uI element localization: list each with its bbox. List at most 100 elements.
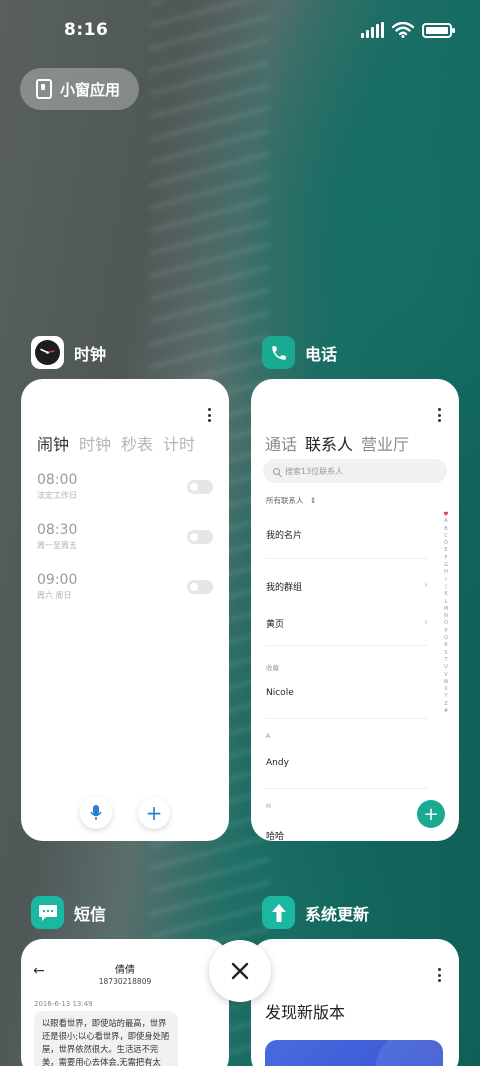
alphabet-index-letter[interactable]: D: [444, 540, 448, 547]
alphabet-index-letter[interactable]: H: [444, 569, 448, 576]
divider: [266, 645, 428, 646]
update-app-header[interactable]: 系统更新: [262, 896, 369, 929]
clock-tabs: 闹钟 时钟 秒表 计时: [37, 431, 195, 455]
alphabet-index-letter[interactable]: K: [444, 591, 447, 598]
status-time: 8:16: [64, 20, 109, 40]
alphabet-index-letter[interactable]: B: [444, 526, 447, 533]
battery-icon: [422, 22, 455, 38]
close-all-button[interactable]: [209, 940, 271, 1002]
alphabet-index-letter[interactable]: Y: [444, 693, 447, 700]
sms-contact-name: 倩倩: [115, 965, 135, 976]
contact-name: Nicole: [266, 688, 294, 698]
sms-timestamp: 2016-6-13 13:49: [34, 1000, 93, 1008]
sort-arrows-icon: ⇕: [309, 496, 317, 505]
alphabet-index-letter[interactable]: F: [445, 555, 448, 562]
alphabet-index-letter[interactable]: V: [444, 672, 447, 679]
alphabet-index-letter[interactable]: E: [444, 547, 447, 554]
alphabet-index-letter[interactable]: X: [444, 686, 447, 693]
tab-alarm[interactable]: 闹钟: [37, 431, 69, 455]
alarm-item[interactable]: 08:30 周一至周五: [37, 522, 213, 554]
microphone-icon: [90, 805, 102, 820]
search-placeholder: 搜索13位联系人: [285, 466, 344, 476]
divider: [266, 558, 428, 559]
more-options-icon[interactable]: [437, 408, 441, 422]
phone-app-icon: [262, 336, 295, 369]
contact-row[interactable]: Andy: [266, 758, 428, 768]
my-groups-row[interactable]: 我的群组 ›: [266, 580, 428, 593]
alphabet-index-letter[interactable]: I: [445, 577, 446, 584]
tab-calls[interactable]: 通话: [265, 431, 297, 455]
phone-card[interactable]: 通话 联系人 营业厅 搜索13位联系人 所有联系人 ⇕ 我的名片 我的群组 › …: [251, 379, 459, 841]
sms-app-title: 短信: [74, 904, 107, 924]
section-header-favorites: 收藏: [266, 664, 279, 672]
tab-stopwatch[interactable]: 秒表: [121, 431, 153, 455]
search-icon: [273, 467, 280, 475]
tab-timer[interactable]: 计时: [163, 431, 195, 455]
alphabet-index-letter[interactable]: N: [444, 613, 448, 620]
messages-app-icon: [31, 896, 64, 929]
favorites-heart-icon[interactable]: ♥: [443, 511, 448, 518]
alphabet-index-letter[interactable]: P: [444, 628, 447, 635]
contact-filter-label: 所有联系人: [266, 496, 304, 505]
update-card[interactable]: 发现新版本: [251, 939, 459, 1066]
sms-message-text: 以眼看世界，即使站的最高，世界还是很小;以心看世界，即使身处陋屋，世界依然很大。…: [42, 1018, 170, 1066]
yellow-pages-row[interactable]: 黄页 ›: [266, 617, 428, 630]
alphabet-index-letter[interactable]: J: [445, 584, 446, 591]
alphabet-index-letter[interactable]: S: [444, 650, 447, 657]
alphabet-index-letter[interactable]: Z: [444, 701, 447, 708]
contact-name: Andy: [266, 758, 289, 768]
more-options-icon[interactable]: [207, 408, 211, 422]
tab-contacts[interactable]: 联系人: [305, 431, 353, 455]
add-contact-button[interactable]: +: [417, 800, 445, 828]
alphabet-index-letter[interactable]: T: [444, 657, 447, 664]
contact-search-input[interactable]: 搜索13位联系人: [263, 459, 447, 483]
sms-card[interactable]: ← 倩倩 18730218809 2016-6-13 13:49 以眼看世界，即…: [21, 939, 229, 1066]
clock-app-header[interactable]: 时钟: [31, 336, 106, 369]
alphabet-index-letter[interactable]: G: [444, 562, 448, 569]
alphabet-index-letter[interactable]: C: [444, 533, 448, 540]
more-options-icon[interactable]: [437, 968, 441, 982]
status-icons: [361, 22, 455, 38]
alarm-toggle[interactable]: [187, 580, 213, 594]
my-card-row[interactable]: 我的名片: [266, 528, 428, 541]
alphabet-index-letter[interactable]: R: [444, 642, 447, 649]
voice-alarm-button[interactable]: [80, 797, 112, 829]
alphabet-index[interactable]: ♥ A B C D E F G H I J K L M N O P Q R S T U V W X Y Z #: [443, 511, 449, 715]
alarm-item[interactable]: 09:00 周六 周日: [37, 572, 213, 604]
add-alarm-button[interactable]: +: [138, 797, 170, 829]
divider: [266, 718, 428, 719]
close-icon: [231, 962, 249, 980]
update-headline: 发现新版本: [265, 1003, 346, 1022]
update-app-title: 系统更新: [305, 904, 370, 924]
alphabet-index-letter[interactable]: U: [444, 664, 448, 671]
update-banner: [265, 1040, 443, 1066]
alphabet-index-letter[interactable]: W: [444, 679, 449, 686]
system-update-app-icon: [262, 896, 295, 929]
alarm-toggle[interactable]: [187, 480, 213, 494]
phone-app-header[interactable]: 电话: [262, 336, 337, 369]
alphabet-index-letter[interactable]: Q: [444, 635, 448, 642]
chevron-right-icon: ›: [424, 580, 428, 591]
alphabet-index-letter[interactable]: #: [444, 708, 448, 715]
alphabet-index-letter[interactable]: L: [445, 599, 448, 606]
alarm-item[interactable]: 08:00 法定工作日: [37, 472, 213, 504]
clock-app-title: 时钟: [74, 344, 107, 364]
sms-message-bubble[interactable]: 以眼看世界，即使站的最高，世界还是很小;以心看世界，即使身处陋屋，世界依然很大。…: [34, 1011, 178, 1066]
alphabet-index-letter[interactable]: O: [444, 620, 448, 627]
contact-row[interactable]: Nicole: [266, 688, 428, 698]
contact-filter-dropdown[interactable]: 所有联系人 ⇕: [266, 495, 316, 506]
plus-icon: +: [145, 801, 163, 825]
phone-app-title: 电话: [305, 344, 338, 364]
tab-clock[interactable]: 时钟: [79, 431, 111, 455]
tab-service-hall[interactable]: 营业厅: [361, 431, 409, 455]
sms-app-header[interactable]: 短信: [31, 896, 106, 929]
clock-card[interactable]: 闹钟 时钟 秒表 计时 08:00 法定工作日 08:30 周一至周五 09:0…: [21, 379, 229, 841]
mini-window-apps-button[interactable]: 小窗应用: [20, 68, 139, 110]
alphabet-index-letter[interactable]: A: [444, 518, 447, 525]
contact-row[interactable]: 哈哈: [266, 829, 428, 841]
cellular-signal-icon: [361, 22, 384, 38]
yellow-pages-label: 黄页: [266, 620, 285, 630]
my-groups-label: 我的群组: [266, 583, 303, 593]
alphabet-index-letter[interactable]: M: [444, 606, 448, 613]
alarm-toggle[interactable]: [187, 530, 213, 544]
